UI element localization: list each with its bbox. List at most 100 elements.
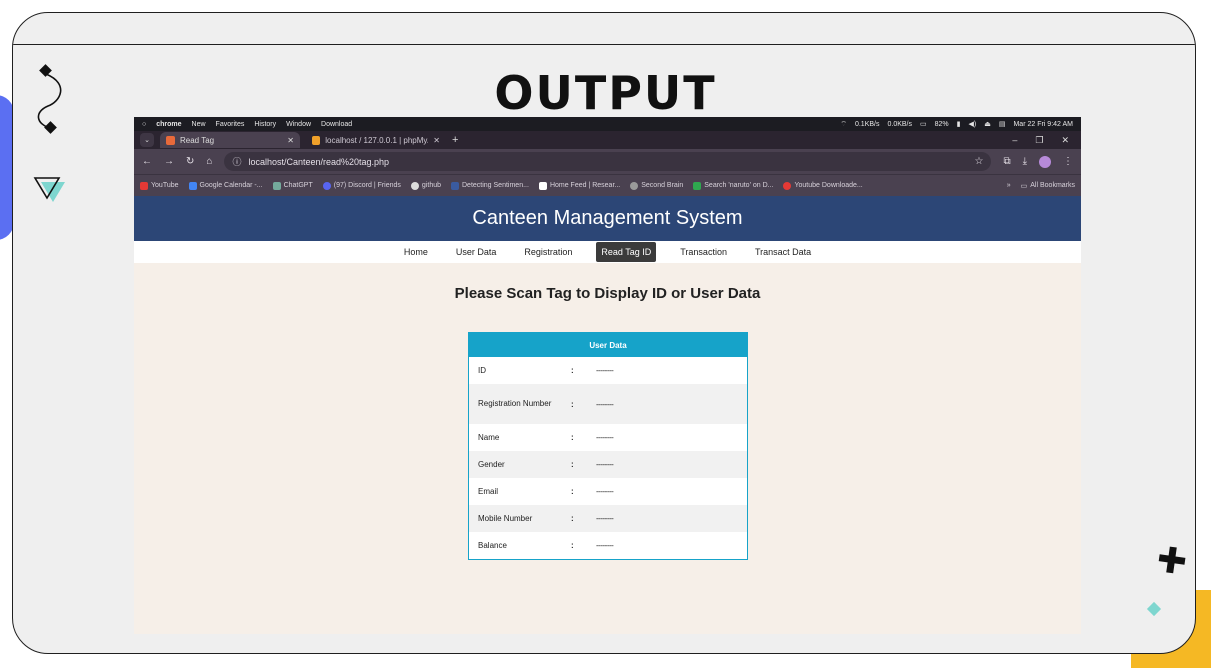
battery-level: 82% xyxy=(934,120,949,128)
row-value: -------- xyxy=(596,514,614,523)
bookmark-youtube-downloader[interactable]: Youtube Downloade... xyxy=(783,181,863,190)
row-value: -------- xyxy=(596,433,614,442)
row-label: Mobile Number xyxy=(478,513,533,523)
browser-tab-strip: ⌄ Read Tag ✕ localhost / 127.0.0.1 | php… xyxy=(134,131,1081,149)
github-icon xyxy=(410,181,419,190)
triangle-decoration xyxy=(33,177,65,202)
chatgpt-icon xyxy=(272,181,281,190)
site-info-icon[interactable]: ⓘ xyxy=(232,155,241,168)
nav-transaction[interactable]: Transaction xyxy=(666,243,741,261)
eject-icon[interactable]: ⏏ xyxy=(984,120,991,128)
table-row: Registration Number : -------- xyxy=(469,384,747,424)
back-icon[interactable]: ← xyxy=(142,156,152,167)
volume-icon[interactable]: ◀) xyxy=(969,120,977,128)
nav-registration[interactable]: Registration xyxy=(510,243,586,261)
nav-transact-data[interactable]: Transact Data xyxy=(741,243,825,261)
bookmark-label: All Bookmarks xyxy=(1030,182,1075,189)
bookmark-github[interactable]: github xyxy=(410,181,441,190)
tab-label: Read Tag xyxy=(180,135,215,145)
tab-read-tag[interactable]: Read Tag ✕ xyxy=(160,132,300,148)
user-data-table: User Data ID : -------- Registration Num… xyxy=(468,332,748,560)
os-menu-new[interactable]: New xyxy=(192,121,206,128)
table-row: Mobile Number : -------- xyxy=(469,505,747,532)
address-bar[interactable]: ⓘ localhost/Canteen/read%20tag.php ☆ xyxy=(224,152,992,171)
home-icon[interactable]: ⌂ xyxy=(206,156,212,167)
bookmark-label: YouTube xyxy=(151,182,179,189)
url-text[interactable]: localhost/Canteen/read%20tag.php xyxy=(248,157,389,167)
row-separator: : xyxy=(571,460,574,469)
bookmarks-bar: YouTube Google Calendar -... ChatGPT (97… xyxy=(134,174,1081,196)
row-separator: : xyxy=(571,487,574,496)
row-separator: : xyxy=(571,399,574,409)
display-icon[interactable]: ▭ xyxy=(920,120,927,128)
more-bookmarks-icon[interactable]: » xyxy=(1007,182,1011,190)
apple-menu-icon[interactable]: ○ xyxy=(142,121,146,128)
bookmark-label: Home Feed | Resear... xyxy=(549,182,621,189)
bookmark-search-naruto[interactable]: Search 'naruto' on D... xyxy=(693,181,773,190)
bookmark-youtube[interactable]: YouTube xyxy=(140,181,179,190)
download-icon[interactable]: ⤓ xyxy=(1023,156,1027,167)
torrent-icon xyxy=(693,181,702,190)
bookmark-chatgpt[interactable]: ChatGPT xyxy=(272,181,313,190)
row-value: -------- xyxy=(596,541,614,550)
bookmark-star-icon[interactable]: ☆ xyxy=(974,156,983,167)
os-menu-window[interactable]: Window xyxy=(286,121,311,128)
slide-title: OUTPUT xyxy=(494,66,717,120)
row-label: Registration Number xyxy=(478,399,552,408)
forward-icon[interactable]: → xyxy=(164,156,174,167)
new-tab-icon[interactable]: + xyxy=(452,134,458,146)
restore-icon[interactable]: ❐ xyxy=(1035,135,1043,146)
page-heading: Please Scan Tag to Display ID or User Da… xyxy=(454,285,761,302)
plus-decoration xyxy=(1158,546,1186,574)
row-value: -------- xyxy=(596,399,614,409)
tab-label: localhost / 127.0.0.1 | phpMyAd xyxy=(325,135,429,145)
minimize-icon[interactable]: – xyxy=(1012,135,1017,146)
nav-read-tag-id[interactable]: Read Tag ID xyxy=(596,242,657,262)
row-label: ID xyxy=(478,365,486,375)
calendar-icon xyxy=(188,181,197,190)
extensions-icon[interactable]: ⧉ xyxy=(1003,156,1010,167)
bookmark-second-brain[interactable]: Second Brain xyxy=(630,181,683,190)
bookmark-detecting-sentiment[interactable]: Detecting Sentimen... xyxy=(451,181,529,190)
table-row: Name : -------- xyxy=(469,424,747,451)
app-nav-bar: Home User Data Registration Read Tag ID … xyxy=(134,241,1081,263)
reload-icon[interactable]: ↻ xyxy=(186,156,194,167)
diamond-decoration xyxy=(1146,601,1162,617)
bookmark-google-calendar[interactable]: Google Calendar -... xyxy=(188,181,263,190)
row-label: Name xyxy=(478,432,500,442)
os-menu-history[interactable]: History xyxy=(254,121,276,128)
close-icon[interactable]: ✕ xyxy=(433,136,440,145)
nav-home[interactable]: Home xyxy=(390,243,442,261)
table-row: Gender : -------- xyxy=(469,451,747,478)
tab-favicon-icon xyxy=(166,135,175,145)
bookmark-discord[interactable]: (97) Discord | Friends xyxy=(322,181,401,190)
all-bookmarks-folder[interactable]: ▭ All Bookmarks xyxy=(1021,182,1075,190)
bookmark-label: Google Calendar -... xyxy=(199,182,263,189)
row-label: Email xyxy=(478,486,499,496)
wifi-icon[interactable]: ⌔ xyxy=(840,120,847,129)
os-menu-download[interactable]: Download xyxy=(321,121,352,128)
row-value: -------- xyxy=(596,460,614,469)
os-app-name[interactable]: chrome xyxy=(156,121,181,128)
clock: Mar 22 Fri 9:42 AM xyxy=(1013,120,1073,128)
browser-toolbar: ← → ↻ ⌂ ⓘ localhost/Canteen/read%20tag.p… xyxy=(134,149,1081,174)
control-center-icon[interactable]: ▤ xyxy=(999,120,1006,128)
row-label: Gender xyxy=(478,459,505,469)
tab-phpmyadmin[interactable]: localhost / 127.0.0.1 | phpMyAd ✕ xyxy=(306,132,446,148)
bookmark-home-feed[interactable]: Home Feed | Resear... xyxy=(538,181,621,190)
menu-kebab-icon[interactable]: ⋮ xyxy=(1063,156,1073,167)
window-close-icon[interactable]: ✕ xyxy=(1061,135,1069,146)
row-value: -------- xyxy=(596,366,614,375)
bookmark-label: ChatGPT xyxy=(283,182,313,189)
folder-icon: ▭ xyxy=(1020,182,1028,190)
row-separator: : xyxy=(571,514,574,523)
row-separator: : xyxy=(571,541,574,550)
tab-favicon-icon xyxy=(312,135,321,145)
profile-avatar[interactable] xyxy=(1039,155,1051,168)
downloader-icon xyxy=(783,181,792,190)
os-menu-favorites[interactable]: Favorites xyxy=(216,121,245,128)
nav-user-data[interactable]: User Data xyxy=(442,243,511,261)
tab-search-icon[interactable]: ⌄ xyxy=(140,133,154,147)
close-icon[interactable]: ✕ xyxy=(287,136,294,145)
battery-icon[interactable]: ▮ xyxy=(957,120,961,128)
